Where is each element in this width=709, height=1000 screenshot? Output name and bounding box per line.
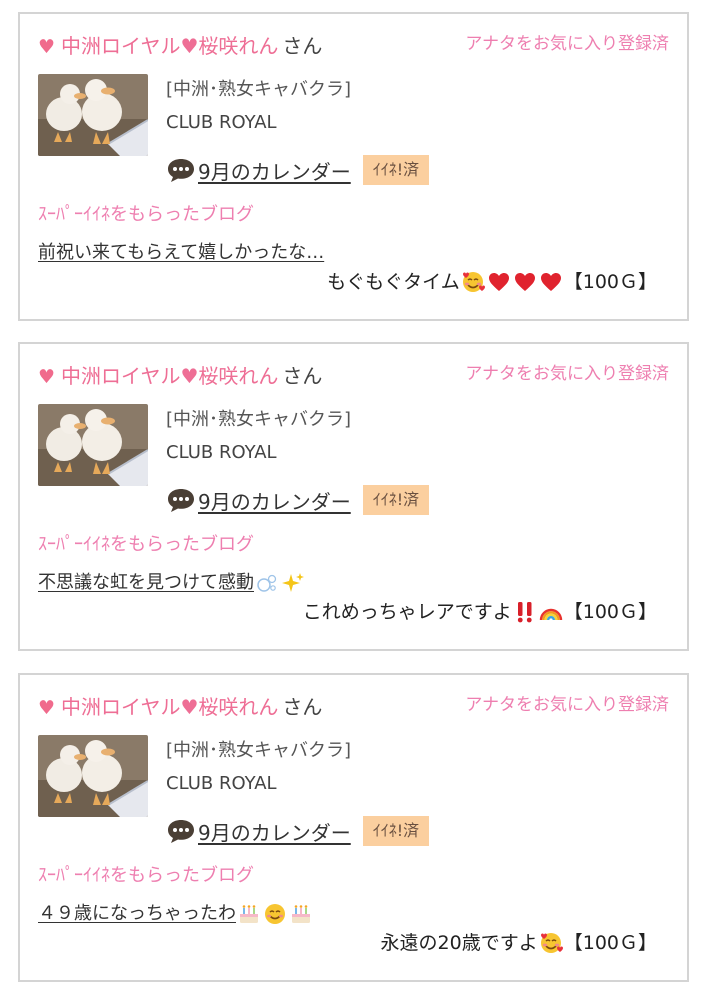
- calendar-link[interactable]: 9月のカレンダー: [198, 156, 351, 185]
- iine-badge[interactable]: ｲｲﾈ!済: [362, 816, 430, 846]
- profile-thumbnail[interactable]: [38, 735, 148, 817]
- profile-thumbnail[interactable]: [38, 404, 148, 486]
- profile-thumbnail[interactable]: [38, 74, 148, 156]
- calendar-link[interactable]: 9月のカレンダー: [198, 486, 351, 515]
- calendar-row: 9月のカレンダー ｲｲﾈ!済: [166, 154, 430, 186]
- favorite-status: アナタをお気に入り登録済: [465, 34, 669, 54]
- blog-title-text: 不思議な虹を見つけて感動: [38, 572, 254, 593]
- post-card: ♥ 中洲ロイヤル♥桜咲れん さん アナタをお気に入り登録済 [中洲･熟女キャバクラ]…: [18, 342, 689, 651]
- iine-badge[interactable]: ｲｲﾈ!済: [362, 485, 430, 515]
- heart-icon: ♥: [38, 36, 56, 58]
- blog-title-text: 前祝い来てもらえて嬉しかったな…: [38, 242, 325, 263]
- honorific: さん: [282, 364, 323, 388]
- store-name: CLUB ROYAL: [166, 112, 277, 133]
- red-heart-icon: [487, 270, 511, 294]
- iine-badge[interactable]: ｲｲﾈ!済: [362, 155, 430, 185]
- blog-title-link[interactable]: ４９歳になっちゃったわ: [38, 902, 314, 926]
- blog-title-link[interactable]: 不思議な虹を見つけて感動: [38, 571, 306, 595]
- heart-icon: ♥: [38, 366, 56, 388]
- heart-icon: ♥: [38, 697, 56, 719]
- store-name: CLUB ROYAL: [166, 773, 277, 794]
- shop-genre: [中洲･熟女キャバクラ]: [166, 409, 352, 430]
- comment: もぐもぐタイム 【100Ｇ】: [327, 269, 657, 295]
- store-name: CLUB ROYAL: [166, 442, 277, 463]
- card-header: ♥ 中洲ロイヤル♥桜咲れん さん: [38, 32, 322, 61]
- double-exclamation-icon: [513, 600, 537, 624]
- comment-text: これめっちゃレアですよ: [302, 601, 512, 623]
- honorific: さん: [282, 695, 323, 719]
- honorific: さん: [282, 34, 323, 58]
- calendar-row: 9月のカレンダー ｲｲﾈ!済: [166, 484, 430, 516]
- rainbow-icon: [539, 600, 563, 624]
- reward-amount: 【100Ｇ】: [563, 271, 657, 293]
- smiling-face-with-hearts-icon: [539, 931, 563, 955]
- blog-title-text: ４９歳になっちゃったわ: [38, 903, 236, 924]
- shop-name-link[interactable]: 中洲ロイヤル♥桜咲れん: [61, 364, 278, 388]
- card-header: ♥ 中洲ロイヤル♥桜咲れん さん: [38, 693, 322, 722]
- sparkles-icon: [281, 571, 305, 595]
- bubbles-icon: [255, 571, 279, 595]
- birthday-cake-icon: [237, 902, 261, 926]
- post-card: ♥ 中洲ロイヤル♥桜咲れん さん アナタをお気に入り登録済 [中洲･熟女キャバクラ]…: [18, 673, 689, 982]
- shop-name-link[interactable]: 中洲ロイヤル♥桜咲れん: [61, 695, 278, 719]
- red-heart-icon: [539, 270, 563, 294]
- red-heart-icon: [513, 270, 537, 294]
- super-iine-label: ｽｰﾊﾟｰｲｲﾈをもらったブログ: [38, 534, 254, 555]
- comment-text: 永遠の20歳ですよ: [380, 932, 538, 954]
- speech-bubble-icon: [168, 159, 194, 182]
- speech-bubble-icon: [168, 820, 194, 843]
- post-card: ♥ 中洲ロイヤル♥桜咲れん さん アナタをお気に入り登録済 [中洲･熟女キャバクラ]…: [18, 12, 689, 321]
- shop-genre: [中洲･熟女キャバクラ]: [166, 740, 352, 761]
- reward-amount: 【100Ｇ】: [563, 601, 657, 623]
- reward-amount: 【100Ｇ】: [563, 932, 657, 954]
- birthday-cake-icon: [289, 902, 313, 926]
- shop-genre: [中洲･熟女キャバクラ]: [166, 79, 352, 100]
- calendar-row: 9月のカレンダー ｲｲﾈ!済: [166, 815, 430, 847]
- shop-name-link[interactable]: 中洲ロイヤル♥桜咲れん: [61, 34, 278, 58]
- card-header: ♥ 中洲ロイヤル♥桜咲れん さん: [38, 362, 322, 391]
- comment: 永遠の20歳ですよ 【100Ｇ】: [381, 930, 657, 956]
- comment: これめっちゃレアですよ 【100Ｇ】: [303, 599, 657, 625]
- super-iine-label: ｽｰﾊﾟｰｲｲﾈをもらったブログ: [38, 204, 254, 225]
- speech-bubble-icon: [168, 489, 194, 512]
- favorite-status: アナタをお気に入り登録済: [465, 695, 669, 715]
- comment-text: もぐもぐタイム: [327, 271, 460, 293]
- calendar-link[interactable]: 9月のカレンダー: [198, 817, 351, 846]
- super-iine-label: ｽｰﾊﾟｰｲｲﾈをもらったブログ: [38, 865, 254, 886]
- blog-title-link[interactable]: 前祝い来てもらえて嬉しかったな…: [38, 241, 324, 265]
- smiling-face-icon: [263, 902, 287, 926]
- favorite-status: アナタをお気に入り登録済: [465, 364, 669, 384]
- smiling-face-with-hearts-icon: [461, 270, 485, 294]
